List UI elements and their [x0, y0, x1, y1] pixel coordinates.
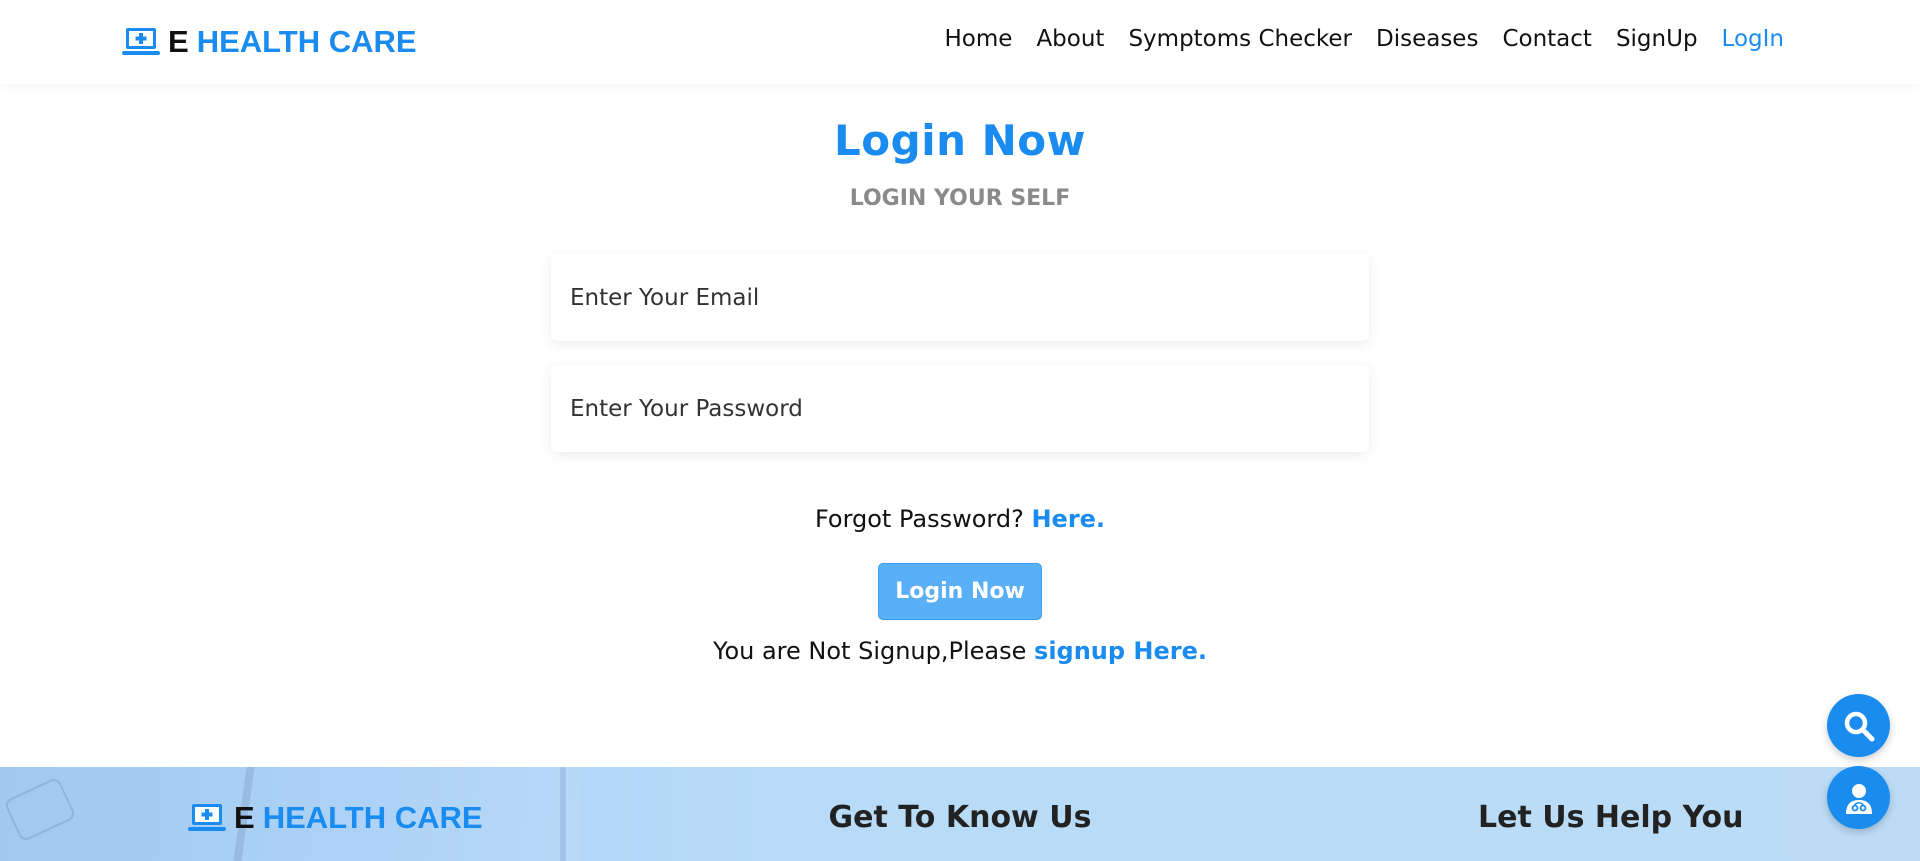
- page-title: Login Now: [834, 116, 1086, 165]
- footer-heading-let-us-help-you: Let Us Help You: [1478, 800, 1744, 835]
- signup-line: You are Not Signup,Please signup Here.: [0, 637, 1920, 665]
- doctor-fab-button[interactable]: [1827, 766, 1890, 829]
- brand-name: HEALTH CARE: [196, 24, 417, 59]
- forgot-password-link[interactable]: Here.: [1031, 505, 1105, 533]
- email-input[interactable]: [551, 254, 1369, 341]
- main-nav: Home About Symptoms Checker Diseases Con…: [945, 26, 1784, 52]
- brand-prefix: E: [168, 24, 189, 59]
- forgot-password-text: Forgot Password?: [814, 505, 1024, 533]
- page-subtitle: LOGIN YOUR SELF: [849, 186, 1071, 211]
- forgot-password-line: Forgot Password? Here.: [0, 505, 1920, 533]
- brand-logo[interactable]: E HEALTH CARE: [122, 24, 417, 60]
- search-icon: [1844, 711, 1874, 741]
- nav-home[interactable]: Home: [945, 26, 1013, 52]
- login-button[interactable]: Login Now: [878, 563, 1042, 620]
- signup-link[interactable]: signup Here.: [1034, 637, 1207, 665]
- search-fab-button[interactable]: [1827, 694, 1890, 757]
- signup-text: You are Not Signup,Please: [712, 637, 1027, 665]
- site-header: E HEALTH CARE Home About Symptoms Checke…: [0, 0, 1920, 84]
- laptop-medical-icon: [122, 28, 160, 55]
- nav-login[interactable]: LogIn: [1722, 26, 1784, 52]
- nav-contact[interactable]: Contact: [1502, 26, 1591, 52]
- nav-symptoms-checker[interactable]: Symptoms Checker: [1128, 26, 1352, 52]
- doctor-icon: [1845, 783, 1872, 814]
- password-input[interactable]: [551, 365, 1369, 452]
- nav-diseases[interactable]: Diseases: [1376, 26, 1478, 52]
- nav-signup[interactable]: SignUp: [1616, 26, 1698, 52]
- nav-about[interactable]: About: [1036, 26, 1104, 52]
